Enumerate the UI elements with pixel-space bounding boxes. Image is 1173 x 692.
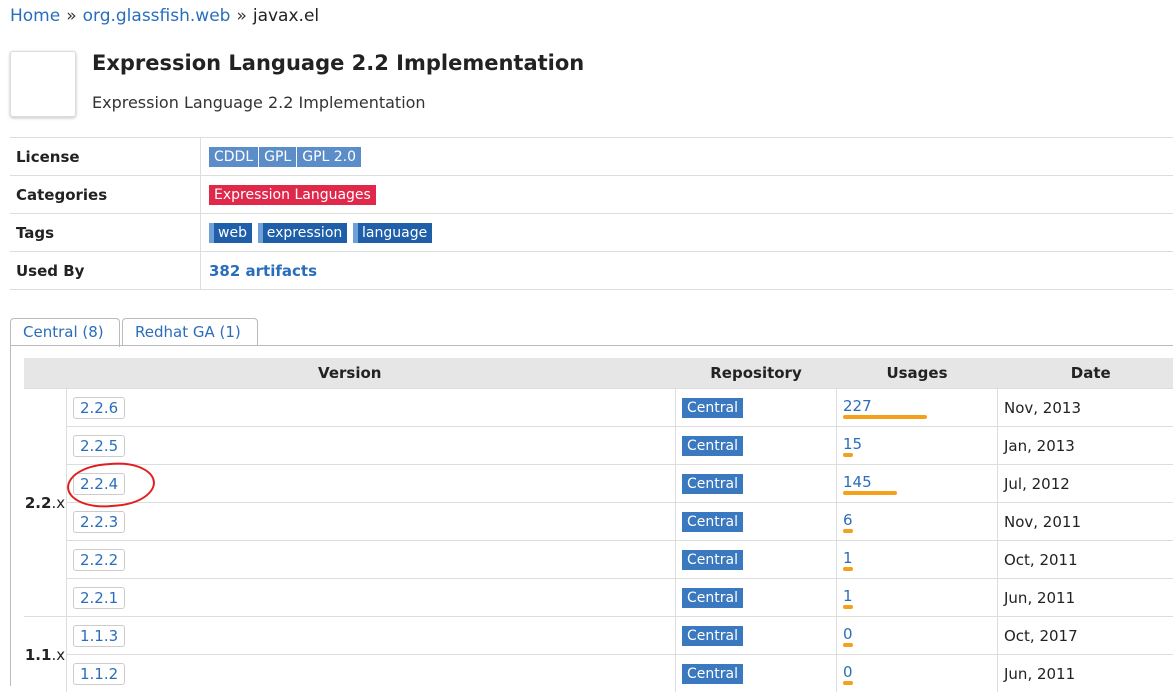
breadcrumb-artifact: javax.el [253,6,319,26]
artifact-info-table: License CDDLGPLGPL 2.0 Categories Expres… [10,137,1173,290]
tag-badge[interactable]: web [209,223,252,243]
tab-central[interactable]: Central (8) [10,318,120,347]
usage-bar [843,491,897,495]
date-header: Date [998,358,1173,389]
version-group-label: 2.2.x [24,389,67,617]
version-row: 2.2.3 Central 6 Nov, 2011 [24,503,1173,541]
version-link[interactable]: 1.1.2 [73,663,125,685]
versions-table: Version Repository Usages Date 2.2.x2.2.… [24,358,1173,692]
usage-bar [843,415,927,419]
tag-badge[interactable]: expression [258,223,348,243]
version-link[interactable]: 2.2.3 [73,511,125,533]
usage-bar [843,605,853,609]
usages-link[interactable]: 145 [843,474,991,490]
release-date: Nov, 2011 [998,503,1173,541]
category-badge[interactable]: Expression Languages [209,185,376,205]
version-row: 2.2.5 Central 15 Jan, 2013 [24,427,1173,465]
release-date: Jan, 2013 [998,427,1173,465]
tags-row: Tags web expression language [10,214,1173,252]
release-date: Oct, 2011 [998,541,1173,579]
version-link[interactable]: 2.2.5 [73,435,125,457]
categories-label: Categories [10,176,201,214]
usages-link[interactable]: 0 [843,626,991,642]
page-title: Expression Language 2.2 Implementation [92,51,584,75]
version-row: 2.2.1 Central 1 Jun, 2011 [24,579,1173,617]
usage-bar [843,529,853,533]
release-date: Oct, 2017 [998,617,1173,655]
version-group-major: 2.2 [25,494,52,512]
usages-link[interactable]: 227 [843,398,991,414]
version-row: 1.1.2 Central 0 Jun, 2011 [24,655,1173,692]
usages-link[interactable]: 0 [843,664,991,680]
repository-badge[interactable]: Central [682,436,743,456]
version-group-label: 1.1.x [24,617,67,692]
license-row: License CDDLGPLGPL 2.0 [10,138,1173,176]
used-by-link[interactable]: 382 artifacts [209,262,317,280]
breadcrumb-separator: » [60,6,82,26]
repository-badge[interactable]: Central [682,398,743,418]
usage-bar [843,453,853,457]
tab-redhat-ga[interactable]: Redhat GA (1) [122,318,258,346]
breadcrumb-home-link[interactable]: Home [10,6,60,26]
version-group-suffix: .x [51,494,65,512]
license-badge[interactable]: GPL [259,147,296,167]
usages-link[interactable]: 1 [843,588,991,604]
categories-row: Categories Expression Languages [10,176,1173,214]
used-by-label: Used By [10,252,201,290]
repository-badge[interactable]: Central [682,512,743,532]
version-header: Version [24,358,676,389]
repository-badge[interactable]: Central [682,474,743,494]
version-link[interactable]: 2.2.2 [73,549,125,571]
release-date: Jun, 2011 [998,655,1173,692]
version-link[interactable]: 1.1.3 [73,625,125,647]
usage-bar [843,681,853,685]
license-badge[interactable]: GPL 2.0 [297,147,361,167]
page-subtitle: Expression Language 2.2 Implementation [92,93,426,112]
release-date: Nov, 2013 [998,389,1173,427]
repository-badge[interactable]: Central [682,588,743,608]
tag-badge[interactable]: language [353,223,432,243]
usage-bar [843,643,853,647]
release-date: Jun, 2011 [998,579,1173,617]
version-group-suffix: .x [51,646,65,664]
license-label: License [10,138,201,176]
usages-link[interactable]: 6 [843,512,991,528]
license-badge[interactable]: CDDL [209,147,258,167]
version-row: 2.2.x2.2.6Central227Nov, 2013 [24,389,1173,427]
breadcrumb-separator: » [230,6,252,26]
version-group-major: 1.1 [25,646,52,664]
breadcrumb: Home»org.glassfish.web»javax.el [10,6,319,26]
usages-link[interactable]: 1 [843,550,991,566]
repository-badge[interactable]: Central [682,550,743,570]
version-link[interactable]: 2.2.1 [73,587,125,609]
usages-header: Usages [837,358,998,389]
version-link[interactable]: 2.2.6 [73,397,125,419]
release-date: Jul, 2012 [998,465,1173,503]
version-row: 2.2.2 Central 1 Oct, 2011 [24,541,1173,579]
breadcrumb-group-link[interactable]: org.glassfish.web [83,6,231,26]
usage-bar [843,567,853,571]
version-row: 2.2.4Central145Jul, 2012 [24,465,1173,503]
used-by-row: Used By 382 artifacts [10,252,1173,290]
repository-badge[interactable]: Central [682,664,743,684]
repository-header: Repository [676,358,837,389]
usages-link[interactable]: 15 [843,436,991,452]
repository-badge[interactable]: Central [682,626,743,646]
artifact-logo [10,51,76,117]
version-row: 1.1.x1.1.3Central0Oct, 2017 [24,617,1173,655]
tags-label: Tags [10,214,201,252]
